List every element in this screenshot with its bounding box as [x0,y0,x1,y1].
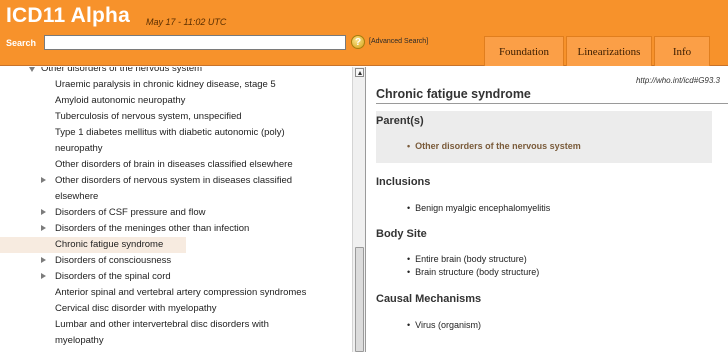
expand-arrow-icon[interactable] [41,177,46,183]
tab-foundation[interactable]: Foundation [484,36,564,66]
tree-item[interactable]: Other disorders of brain in diseases cla… [0,157,350,173]
tree-item-label[interactable]: Disorders of the meninges other than inf… [0,221,350,237]
tree-panel: Other disorders of the nervous system Ur… [0,67,366,352]
tree-item-label[interactable]: Cervical disc disorder with myelopathy [0,301,350,317]
tree-item-label-cont: neuropathy [55,143,103,154]
tree-item[interactable]: Lumbar and other intervertebral disc dis… [0,317,350,349]
tree-item[interactable]: Disorders of CSF pressure and flow [0,205,350,221]
tree-item[interactable]: Amyloid autonomic neuropathy [0,93,350,109]
tree-item-label[interactable]: Disorders of consciousness [0,253,350,269]
tree-item-label[interactable]: Other disorders of the nervous system [0,67,350,77]
tree-item[interactable]: Anterior spinal and vertebral artery com… [0,285,350,301]
tab-linearizations[interactable]: Linearizations [566,36,652,66]
inclusions-heading: Inclusions [376,176,431,188]
app-header: ICD11 Alpha May 17 - 11:02 UTC Search ? … [0,0,728,66]
tree-item[interactable]: Cervical disc disorder with myelopathy [0,301,350,317]
tree-item-label[interactable]: Other disorders of nervous system in dis… [0,173,350,189]
causal-mechanism-item: Virus (organism) [407,320,481,330]
entity-uri: http://who.int/icd#G93.3 [635,76,720,85]
tree-item-label[interactable]: Anterior spinal and vertebral artery com… [0,285,350,301]
body-site-item: Brain structure (body structure) [407,267,539,277]
tree-scrollbar[interactable] [352,67,365,352]
parents-box [376,111,712,163]
expand-arrow-icon[interactable] [29,67,35,72]
tree-item-label[interactable]: Type 1 diabetes mellitus with diabetic a… [0,125,350,141]
timestamp: May 17 - 11:02 UTC [146,17,227,27]
tree-item-label[interactable]: Uraemic paralysis in chronic kidney dise… [0,77,350,93]
parents-heading: Parent(s) [376,115,424,127]
scroll-up-arrow-icon[interactable] [355,68,364,77]
tree-item-label-cont: myelopathy [55,335,104,346]
scroll-thumb[interactable] [355,247,364,352]
tree-item-label[interactable]: Chronic fatigue syndrome [0,237,186,253]
tree-item[interactable]: Disorders of the spinal cord [0,269,350,285]
help-icon[interactable]: ? [351,35,365,49]
tree-item-label-cont: elsewhere [55,191,99,202]
parent-link[interactable]: Other disorders of the nervous system [407,141,581,151]
tree-item-label[interactable]: Disorders of the spinal cord [0,269,350,285]
advanced-search-link[interactable]: [Advanced Search] [369,38,428,45]
entity-title: Chronic fatigue syndrome [376,87,728,104]
tab-bar: Foundation Linearizations Info [484,36,710,66]
causal-mechanisms-heading: Causal Mechanisms [376,293,482,305]
tree-item[interactable]: Other disorders of nervous system in dis… [0,173,350,205]
tree-item[interactable]: Type 1 diabetes mellitus with diabetic a… [0,125,350,157]
tree-item-label[interactable]: Other disorders of brain in diseases cla… [0,157,350,173]
tree-item[interactable]: Disorders of the meninges other than inf… [0,221,350,237]
app-title: ICD11 Alpha [6,4,130,27]
expand-arrow-icon[interactable] [41,209,46,215]
expand-arrow-icon[interactable] [41,257,46,263]
tree-item-label[interactable]: Disorders of CSF pressure and flow [0,205,350,221]
tree-item[interactable]: Tuberculosis of nervous system, unspecif… [0,109,350,125]
tab-info[interactable]: Info [654,36,710,66]
tree-item[interactable]: Other disorders of the nervous system [0,67,350,77]
tree-item[interactable]: Uraemic paralysis in chronic kidney dise… [0,77,350,93]
expand-arrow-icon[interactable] [41,273,46,279]
search-label: Search [6,38,37,48]
inclusion-item: Benign myalgic encephalomyelitis [407,203,550,213]
tree-item-label[interactable]: Amyloid autonomic neuropathy [0,93,350,109]
tree-list: Other disorders of the nervous system Ur… [0,67,350,349]
body-site-heading: Body Site [376,228,427,240]
detail-panel: http://who.int/icd#G93.3 Chronic fatigue… [367,67,728,352]
expand-arrow-icon[interactable] [41,225,46,231]
tree-item-label[interactable]: Tuberculosis of nervous system, unspecif… [0,109,350,125]
search-input[interactable] [44,35,346,50]
tree-item-label[interactable]: Lumbar and other intervertebral disc dis… [0,317,350,333]
tree-item-selected[interactable]: Chronic fatigue syndrome [0,237,350,253]
body-site-item: Entire brain (body structure) [407,254,527,264]
tree-item[interactable]: Disorders of consciousness [0,253,350,269]
